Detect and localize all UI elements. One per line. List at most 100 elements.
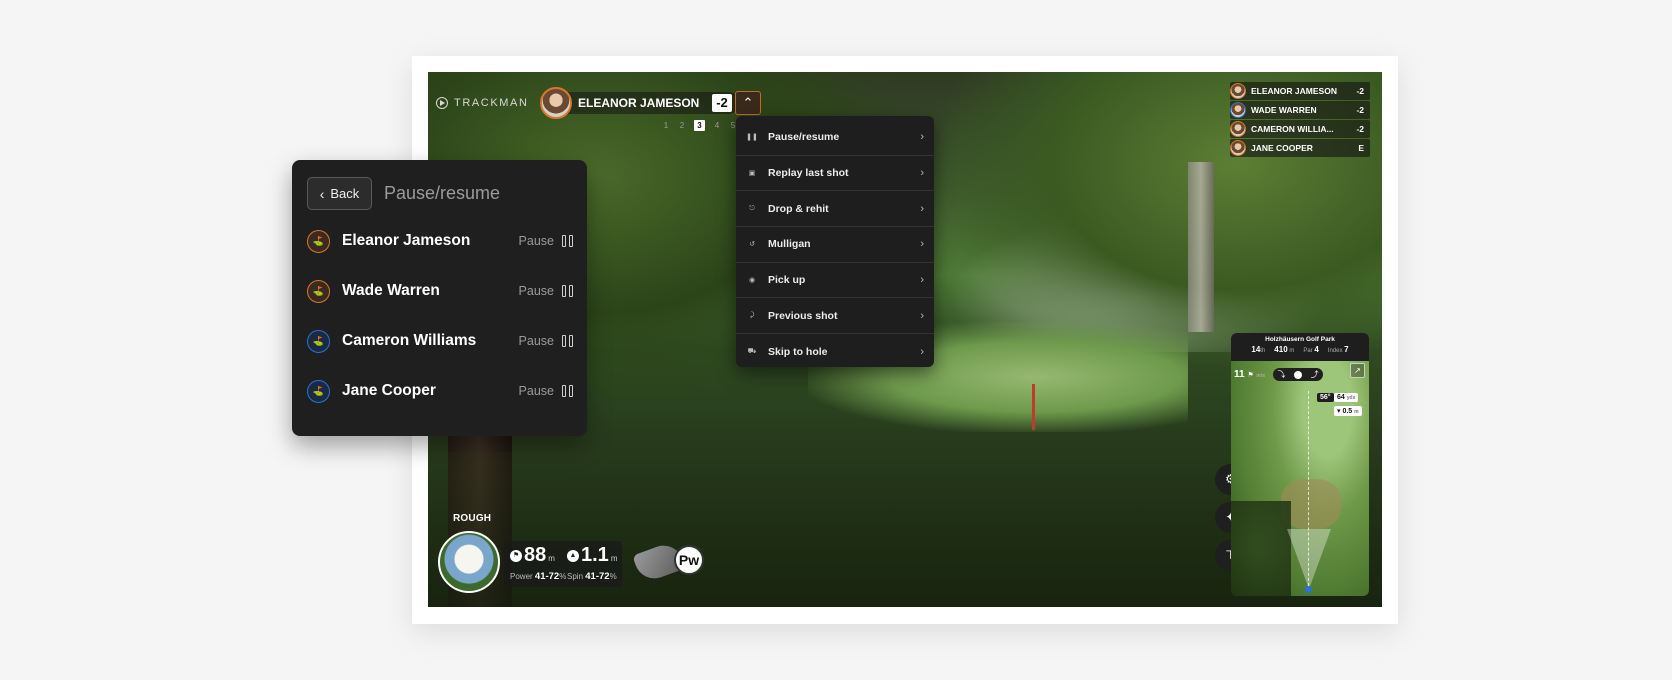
avatar [540,87,572,119]
golfer-icon: ⛳ [307,279,330,303]
leaderboard-player-name: JANE COOPER [1251,143,1313,153]
club-selector[interactable]: Pw [632,539,706,585]
wind-speed: 11 [1234,369,1245,380]
spin-unit: m [610,554,618,563]
golfer-icon: ⛳ [307,329,330,353]
player-name: Cameron Williams [342,332,477,349]
power-label: Power [510,572,533,581]
current-player[interactable]: ELEANOR JAMESON [540,87,699,119]
power-unit: % [559,572,567,581]
pause-icon[interactable] [562,385,573,397]
topbar: TRACKMAN [436,88,529,118]
avatar [1230,102,1246,118]
hole-tab-3[interactable]: 3 [694,120,705,131]
leaderboard: ELEANOR JAMESON -2 WADE WARREN -2 CAMERON WI… [1230,82,1370,158]
minimap-header: Holzhäusern Golf Park 14th 410 m Par 4 I… [1231,333,1369,359]
trackman-logo: TRACKMAN [436,97,529,109]
expand-map-button[interactable]: ↗ [1350,363,1365,378]
hole-par: Par 4 [1303,345,1319,354]
flag-icon: ⚑ [510,549,522,562]
player-row: ⛳ Cameron Williams Pause [307,328,573,354]
actions-menu: ❚❚ Pause/resume › ▣ Replay last shot › ⎋ Drop &… [736,116,934,367]
tree-area [1231,501,1291,596]
player-name: Wade Warren [342,282,440,299]
back-button[interactable]: ‹ Back [307,177,372,210]
menu-item-skip-to-hole[interactable]: ⛟ Skip to hole › [736,334,934,370]
power-range: Power 41-72% [510,571,566,582]
player-row: ⛳ Wade Warren Pause [307,278,573,304]
wind-unit: m/s [1256,373,1266,379]
pause-icon[interactable] [562,235,573,247]
menu-item-pause-resume[interactable]: ❚❚ Pause/resume › [736,120,934,156]
avatar [1230,121,1246,137]
chevron-right-icon: › [920,345,924,358]
leaderboard-row: ELEANOR JAMESON -2 [1230,82,1370,100]
avatar [1230,140,1246,156]
chevron-right-icon: › [920,167,924,180]
chevron-up-icon: ⌃ [742,95,754,110]
draw-icon: ⤵ [1277,370,1286,379]
spin-value: 1.1 [581,544,609,566]
back-label: Back [330,186,360,201]
menu-item-replay-last-shot[interactable]: ▣ Replay last shot › [736,156,934,192]
pause-icon[interactable] [562,335,573,347]
chevron-right-icon: › [920,309,924,322]
hole-tab-1[interactable]: 1 [662,121,670,130]
menu-item-label: Skip to hole [768,345,828,358]
straight-icon [1293,370,1302,379]
club-badge: Pw [674,545,704,575]
menu-item-label: Replay last shot [768,167,849,180]
leaderboard-row: JANE COOPER E [1230,139,1370,157]
course-name: Holzhäusern Golf Park [1265,336,1335,343]
pause-label[interactable]: Pause [519,234,554,248]
menu-toggle-button[interactable]: ⌃ [735,91,761,115]
power-value: 41-72 [534,571,560,582]
menu-item-mulligan[interactable]: ↺ Mulligan › [736,227,934,263]
shot-stats: ⚑ 88 m ▲ 1.1 m Power 41-72% Spin 41-72% [504,541,622,587]
undo-icon: ↺ [749,241,755,249]
trackman-logo-icon [436,97,448,109]
hazard-stake [1032,384,1035,430]
spin-range-unit: % [609,572,617,581]
carry-unit: m [548,554,555,563]
carry-value: 88 [524,544,547,566]
leaderboard-player-score: -2 [1356,86,1364,96]
current-player-score: -2 [712,94,732,112]
menu-item-drop-rehit[interactable]: ⎋ Drop & rehit › [736,191,934,228]
pause-label[interactable]: Pause [519,384,554,398]
fade-icon: ⤴ [1310,370,1319,379]
spin-range: Spin 41-72% [567,571,617,582]
angle-chip: 56° [1317,393,1334,402]
golfer-icon: ⛳ [307,379,330,403]
spin-stat: ▲ 1.1 m [567,544,617,567]
drop-icon: ⎋ [749,204,755,212]
ball-position-marker [1305,586,1312,593]
pause-icon: ❚❚ [746,134,758,142]
leaderboard-row: WADE WARREN -2 [1230,101,1370,119]
pause-label[interactable]: Pause [519,334,554,348]
yards-value: 64 [1337,394,1345,401]
leaderboard-player-score: -2 [1356,105,1364,115]
player-name: Eleanor Jameson [342,232,471,249]
player-row: ⛳ Eleanor Jameson Pause [307,228,573,254]
menu-item-previous-shot[interactable]: ⤸ Previous shot › [736,298,934,335]
chevron-right-icon: › [920,274,924,287]
pause-label[interactable]: Pause [519,284,554,298]
yards-unit: yds [1346,395,1356,401]
pick-up-icon: ◉ [748,277,756,285]
chevron-right-icon: › [920,202,924,215]
elevation-value: ▾ 0.5 [1337,408,1353,415]
chevron-right-icon: › [920,238,924,251]
menu-item-label: Mulligan [768,238,811,251]
shot-shape-toggle[interactable]: ⤵ ⤴ [1273,368,1323,381]
hole-tab-4[interactable]: 4 [713,121,721,130]
spin-range-value: 41-72 [585,571,610,582]
leaderboard-player-name: CAMERON WILLIA... [1251,124,1334,134]
hole-distance: 410 m [1274,345,1295,354]
menu-item-label: Previous shot [768,309,838,322]
hole-tab-2[interactable]: 2 [678,121,686,130]
pause-icon[interactable] [562,285,573,297]
menu-item-pick-up[interactable]: ◉ Pick up › [736,263,934,299]
player-name: Jane Cooper [342,382,436,399]
hole-minimap[interactable]: Holzhäusern Golf Park 14th 410 m Par 4 I… [1231,333,1369,596]
